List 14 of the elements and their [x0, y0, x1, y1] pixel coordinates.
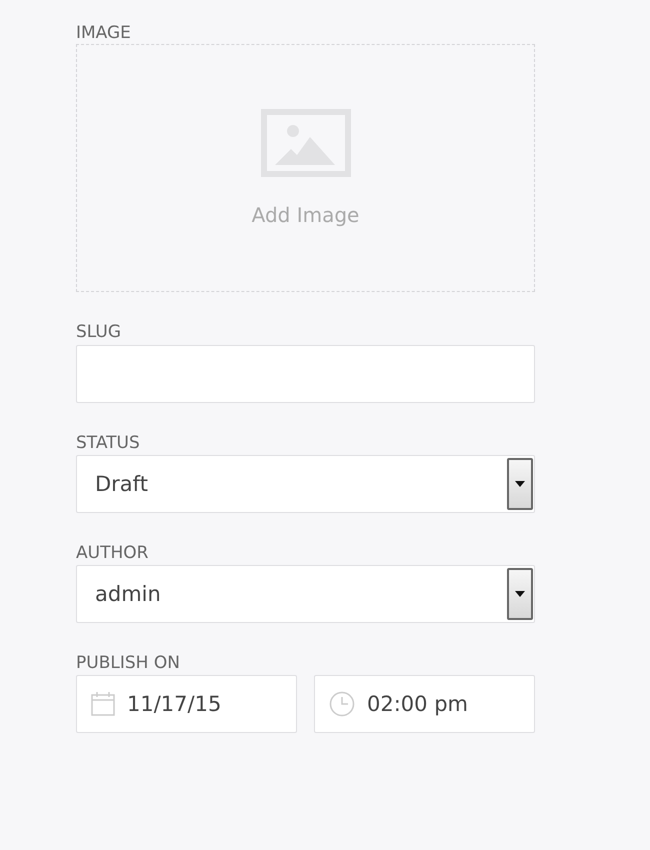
slug-field[interactable]: [76, 345, 535, 403]
field-label: IMAGE: [76, 22, 132, 45]
field-label: STATUS: [76, 432, 141, 455]
caret-icon: [515, 591, 525, 597]
field-label: PUBLISH ON: [76, 652, 181, 675]
date-field[interactable]: 11/17/15: [76, 675, 297, 733]
dropdown[interactable]: admin: [76, 565, 535, 623]
clock-icon: [329, 691, 355, 717]
calendar-icon: [91, 692, 115, 716]
time-field[interactable]: 02:00 pm: [314, 675, 535, 733]
field-label: SLUG: [76, 321, 122, 344]
dropdown[interactable]: Draft: [76, 455, 535, 513]
field-label: AUTHOR: [76, 542, 150, 565]
caret-icon: [515, 481, 525, 487]
